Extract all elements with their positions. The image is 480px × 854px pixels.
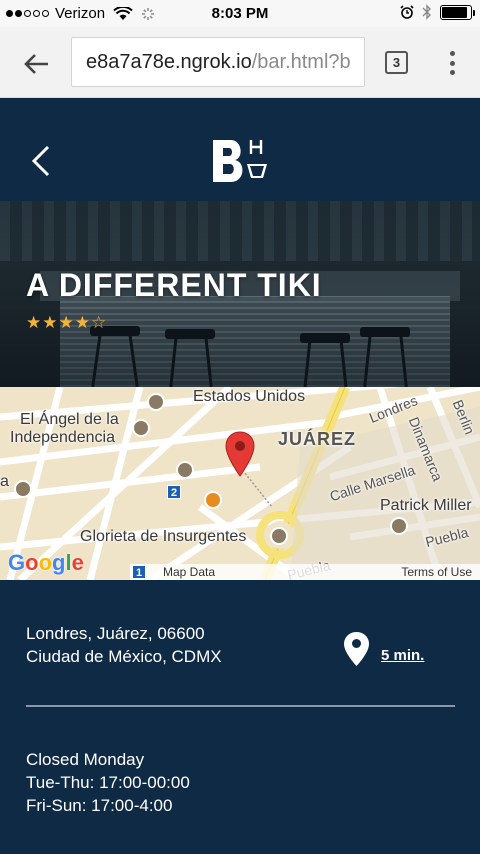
map-label-patrick-miller: Patrick Miller <box>380 497 472 514</box>
landmark-poi-icon[interactable] <box>14 480 32 498</box>
restaurant-poi-icon[interactable] <box>204 491 222 509</box>
map-attribution-bar: 1 Map Data Terms of Use <box>130 564 480 580</box>
address-bar[interactable]: e8a7a78e.ngrok.io/bar.html?b <box>71 37 365 87</box>
map-label-glorieta: Glorieta de Insurgentes <box>80 528 247 545</box>
bluetooth-icon <box>422 4 431 20</box>
venue-hero-image: A DIFFERENT TIKI ★★★★☆ <box>0 201 480 387</box>
status-bar: Verizon 8:03 PM <box>0 0 480 27</box>
opening-hours: Closed Monday Tue-Thu: 17:00-00:00 Fri-S… <box>26 748 190 817</box>
hours-line: Closed Monday <box>26 750 145 769</box>
star-rating: ★★★★☆ <box>26 313 107 333</box>
google-logo: Google <box>8 550 84 575</box>
browser-back-arrow-icon[interactable] <box>22 49 52 79</box>
cafe-poi-icon[interactable] <box>390 517 408 535</box>
section-divider <box>26 705 455 707</box>
map-label-estados-unidos: Estados Unidos <box>193 388 306 405</box>
hours-line: Tue-Thu: 17:00-00:00 <box>26 773 190 792</box>
map-label-juarez: JUÁREZ <box>278 429 357 449</box>
monument-poi-icon[interactable] <box>132 419 150 437</box>
filled-stars-icon: ★★★★ <box>26 313 91 332</box>
venue-details: Londres, Juárez, 06600 Ciudad de México,… <box>0 580 480 854</box>
address-line-1: Londres, Juárez, 06600 <box>26 624 205 643</box>
browser-toolbar: e8a7a78e.ngrok.io/bar.html?b 3 <box>0 27 480 98</box>
shopping-poi-icon[interactable] <box>176 461 194 479</box>
walking-time-link[interactable]: 5 min. <box>381 647 424 664</box>
map-label-angel: El Ángel de la <box>20 411 119 428</box>
status-icons <box>400 4 475 20</box>
map-pin-icon[interactable] <box>225 431 255 477</box>
venue-address: Londres, Juárez, 06600 Ciudad de México,… <box>26 622 222 668</box>
map-label-independencia: Independencia <box>10 429 115 446</box>
back-chevron-icon[interactable] <box>30 145 52 177</box>
location-pin-icon[interactable] <box>343 631 370 667</box>
hours-line: Fri-Sun: 17:00-4:00 <box>26 796 173 815</box>
battery-icon <box>440 4 475 20</box>
map-label-left-partial: a <box>0 473 9 490</box>
route-2-badge: 2 <box>167 485 181 499</box>
empty-star-icon: ☆ <box>90 313 108 332</box>
terms-of-use-link[interactable]: Terms of Use <box>401 565 472 579</box>
app-header <box>0 98 480 201</box>
landmark-poi-icon[interactable] <box>147 393 165 411</box>
url-path: /bar.html?b <box>251 51 351 73</box>
tab-switcher-button[interactable]: 3 <box>385 51 408 74</box>
venue-name: A DIFFERENT TIKI <box>26 267 322 303</box>
url-host: e8a7a78e.ngrok.io <box>86 51 252 73</box>
map-data-link[interactable]: Map Data <box>163 565 215 579</box>
route-1-badge: 1 <box>132 565 146 579</box>
venue-map[interactable]: Estados Unidos El Ángel de la Independen… <box>0 387 480 580</box>
brand-logo <box>213 140 267 182</box>
more-menu-icon[interactable] <box>447 51 457 75</box>
address-line-2: Ciudad de México, CDMX <box>26 647 222 666</box>
monument-poi-icon[interactable] <box>270 527 288 545</box>
alarm-icon <box>400 5 414 19</box>
